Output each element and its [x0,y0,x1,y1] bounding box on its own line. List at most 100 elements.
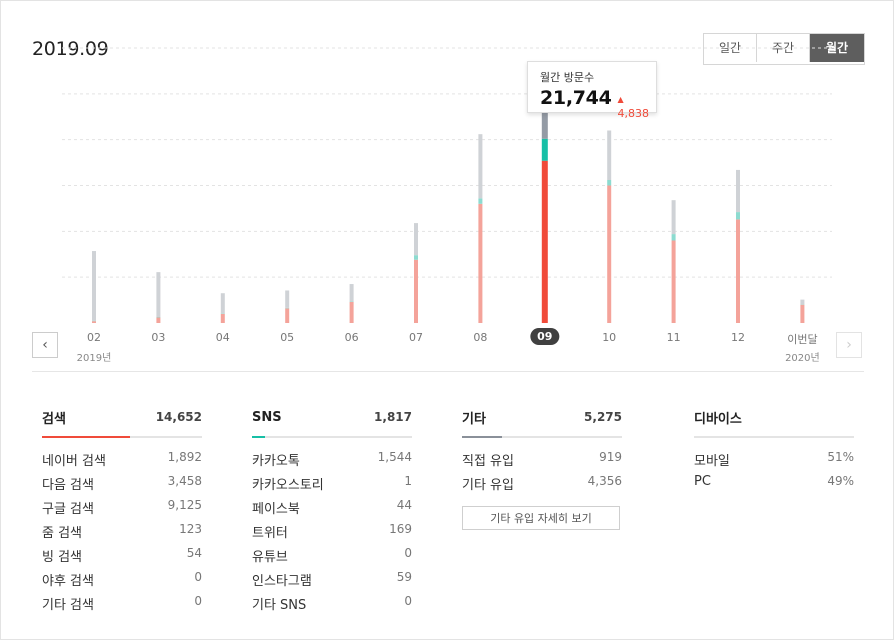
stat-group-other: 기타 5,275 직접 유입 919 기타 유입 4,356 기타 유입 자세히 보기 [462,404,622,530]
stat-group-search: 검색14,652 네이버 검색1,892다음 검색3,458구글 검색9,125… [42,404,202,618]
bar-segment[interactable] [736,212,740,219]
bar-segment[interactable] [156,318,160,324]
bar-segment[interactable] [607,186,611,324]
bar-segment[interactable] [607,131,611,181]
bar-segment[interactable] [221,314,225,323]
x-tick-label[interactable]: 10 [602,331,616,344]
stat-row: 트위터169 [252,522,412,546]
x-tick-label[interactable]: 09 [530,328,559,345]
stat-group-title: 디바이스 [694,408,742,427]
stat-row: 기타 유입 4,356 [462,474,622,498]
stat-row-value: 3,458 [168,474,202,498]
stat-group-title: 기타 [462,408,486,427]
bar-segment[interactable] [478,204,482,323]
year-label: 2019년 [77,349,112,364]
stat-group-total: 5,275 [584,410,622,424]
stat-row: 빙 검색54 [42,546,202,570]
x-tick-label[interactable]: 11 [667,331,681,344]
stat-row-value: 44 [397,498,412,522]
bar-segment[interactable] [478,198,482,204]
stat-group-bar [462,436,622,438]
x-tick-label[interactable]: 06 [345,331,359,344]
bar-segment[interactable] [92,251,96,321]
bar-segment[interactable] [478,134,482,198]
bar-segment[interactable] [285,290,289,307]
stat-row-label: 모바일 [694,450,730,474]
stat-row: 인스타그램 59 [252,570,412,594]
stat-row-label: 빙 검색 [42,546,82,570]
stat-row: 야후 검색 0 [42,570,202,594]
bar-segment[interactable] [736,170,740,212]
x-tick-label[interactable]: 02 [87,331,101,344]
stat-group-bar-fill [42,436,130,438]
prev-arrow-button[interactable]: ‹ [32,332,58,358]
stat-row-value: 4,356 [588,474,622,498]
stat-row-label: 줌 검색 [42,522,82,546]
bar-segment[interactable] [92,321,96,323]
stat-row: PC49% [694,474,854,498]
bar-segment[interactable] [414,223,418,255]
stat-row-label: 기타 유입 [462,474,514,498]
arrow-up-icon: ▲ [618,95,624,104]
stat-group-sns: SNS1,817 카카오톡1,544카카오스토리1페이스북44트위터169유튜브… [252,404,412,618]
bar-segment[interactable] [800,300,804,305]
bar-segment[interactable] [350,302,354,323]
tooltip-delta: ▲ 4,838 [618,94,650,120]
bar-segment[interactable] [672,200,676,234]
stat-row-value: 59 [397,570,412,594]
x-tick-label[interactable]: 12 [731,331,745,344]
next-arrow-button[interactable]: › [836,332,862,358]
stat-row-label: 기타 검색 [42,594,94,618]
stat-row-label: 직접 유입 [462,450,514,474]
chevron-left-icon: ‹ [42,337,48,353]
bar-segment[interactable] [672,241,676,324]
x-tick-label[interactable]: 03 [151,331,165,344]
x-tick-label[interactable]: 04 [216,331,230,344]
bar-segment[interactable] [542,139,548,161]
stat-row-label: 구글 검색 [42,498,94,522]
bar-segment[interactable] [156,272,160,317]
tooltip-value: 21,744 [540,87,612,109]
other-inflow-details-button[interactable]: 기타 유입 자세히 보기 [462,506,620,530]
stat-row: 구글 검색 9,125 [42,498,202,522]
stat-group-bar [694,436,854,438]
bar-segment[interactable] [672,234,676,240]
bar-segment[interactable] [736,219,740,323]
stat-row-value: 0 [404,594,412,618]
stat-row: 카카오톡1,544 [252,450,412,474]
tooltip-delta-value: 4,838 [618,107,650,120]
bar-segment[interactable] [414,260,418,323]
stat-row-value: 0 [194,570,202,594]
stat-row-label: 야후 검색 [42,570,94,594]
x-tick-label[interactable]: 08 [473,331,487,344]
bar-segment[interactable] [414,255,418,260]
bar-segment[interactable] [607,180,611,186]
stat-row-label: 기타 SNS [252,594,306,618]
stat-group-bar [252,436,412,438]
stat-group-title: SNS [252,410,282,425]
bar-segment[interactable] [285,308,289,323]
stat-row-value: 51% [827,450,854,474]
stat-row-label: 카카오스토리 [252,474,324,498]
year-label: 2020년 [785,349,820,364]
bar-segment[interactable] [800,305,804,323]
stat-row: 기타 SNS 0 [252,594,412,618]
stat-row-value: 0 [404,546,412,570]
bar-segment[interactable] [221,293,225,313]
stat-row-value: 169 [389,522,412,546]
tooltip-label: 월간 방문수 [540,69,644,85]
x-tick-label[interactable]: 이번달 [787,331,817,347]
stat-row-value: 9,125 [168,498,202,522]
stat-row: 직접 유입 919 [462,450,622,474]
x-tick-label[interactable]: 05 [280,331,294,344]
bar-segment[interactable] [542,161,548,323]
stat-row-label: 카카오톡 [252,450,300,474]
stat-row: 줌 검색123 [42,522,202,546]
stat-row-label: 인스타그램 [252,570,312,594]
x-tick-label[interactable]: 07 [409,331,423,344]
stat-group-bar [42,436,202,438]
stat-row-value: 919 [599,450,622,474]
stat-row-value: 49% [827,474,854,498]
bar-segment[interactable] [350,284,354,301]
stat-group-device: 디바이스 모바일 51%PC49% [694,404,854,498]
